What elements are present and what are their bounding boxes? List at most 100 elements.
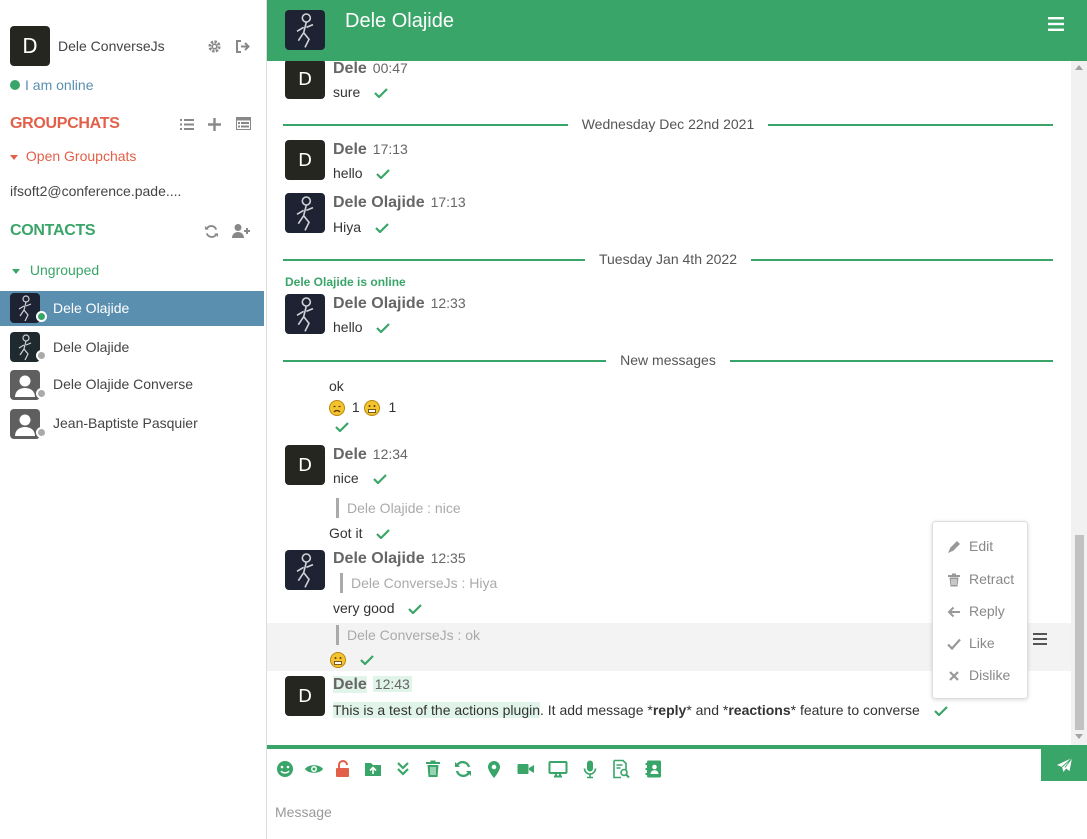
map-marker-icon[interactable] <box>484 759 504 779</box>
retract-action[interactable]: Retract <box>933 566 1029 594</box>
hamburger-menu-icon[interactable] <box>1048 17 1064 31</box>
online-status-icon <box>36 311 47 322</box>
delivered-check-icon <box>335 422 349 432</box>
folder-upload-icon[interactable] <box>363 759 383 779</box>
smiley-icon[interactable] <box>275 759 295 779</box>
groupchat-room-item[interactable]: ifsoft2@conference.pade.... <box>10 183 181 199</box>
caret-down-icon <box>12 268 20 274</box>
unlock-icon[interactable] <box>333 759 353 779</box>
grimacing-face-emoji-icon[interactable] <box>363 400 380 417</box>
caret-down-icon <box>10 154 18 160</box>
groupchat-list-icon[interactable] <box>236 117 251 130</box>
paper-plane-icon <box>1057 757 1073 772</box>
contact-item[interactable]: Dele Olajide Converse <box>0 368 264 404</box>
scrollbar-thumb[interactable] <box>1075 535 1084 730</box>
add-groupchat-plus-icon[interactable] <box>208 118 221 131</box>
scroll-up-arrow-icon[interactable] <box>1075 65 1083 70</box>
dislike-action[interactable]: Dislike <box>933 662 1029 690</box>
pencil-icon <box>948 541 960 553</box>
message-scrollbar[interactable] <box>1071 61 1087 745</box>
grimacing-face-emoji-icon <box>330 652 346 669</box>
reactions-row: 1 1 <box>329 399 396 417</box>
trash-icon <box>948 573 960 587</box>
like-action[interactable]: Like <box>933 630 1029 658</box>
message-time: 17:13 <box>430 194 466 210</box>
edit-action[interactable]: Edit <box>933 533 1029 561</box>
message-avatar <box>285 550 325 590</box>
ungrouped-label: Ungrouped <box>29 262 100 278</box>
video-camera-icon[interactable] <box>516 759 536 779</box>
message-body: very good <box>333 600 423 616</box>
message-avatar <box>285 193 325 233</box>
double-chevron-down-icon[interactable] <box>393 759 413 779</box>
open-groupchats-label: Open Groupchats <box>25 148 137 164</box>
contact-name: Dele Olajide <box>53 339 130 355</box>
sync-contacts-icon[interactable] <box>204 224 219 239</box>
search-document-icon[interactable] <box>611 759 631 779</box>
delivered-check-icon <box>360 655 374 666</box>
message-time: 12:43 <box>372 676 412 692</box>
settings-gear-icon[interactable] <box>207 39 222 54</box>
message-body: hello <box>333 319 391 335</box>
desktop-screen-share-icon[interactable] <box>548 759 568 779</box>
message-body: This is a test of the actions plugin. It… <box>333 702 948 718</box>
list-rooms-icon[interactable] <box>180 118 194 131</box>
message-body: ok <box>329 378 344 394</box>
open-groupchats-toggle[interactable]: Open Groupchats <box>10 148 136 164</box>
message-body: sure <box>333 84 388 100</box>
message-actions-menu-icon[interactable] <box>1033 632 1047 645</box>
contact-name: Dele Olajide <box>53 300 130 316</box>
offline-status-icon <box>36 388 47 399</box>
ungrouped-toggle[interactable]: Ungrouped <box>12 262 99 278</box>
disappointed-face-emoji-icon[interactable] <box>329 400 345 417</box>
logout-icon[interactable] <box>235 39 251 54</box>
message-avatar: D <box>285 676 325 716</box>
delivered-check-icon <box>376 529 391 540</box>
chat-avatar[interactable] <box>285 10 325 50</box>
microphone-icon[interactable] <box>580 759 600 779</box>
message-author: Dele Olajide 12:33 <box>333 295 466 312</box>
contact-item[interactable]: Jean-Baptiste Pasquier <box>0 407 264 443</box>
message-avatar: D <box>285 445 325 485</box>
chat-title: Dele Olajide <box>345 10 454 32</box>
chat-header: Dele Olajide <box>267 0 1087 61</box>
send-button[interactable] <box>1041 749 1087 781</box>
message-input[interactable] <box>267 785 1087 839</box>
address-book-icon[interactable] <box>644 759 664 779</box>
message-body <box>330 651 374 669</box>
contact-item-active[interactable]: Dele Olajide <box>0 291 264 326</box>
delivered-check-icon <box>374 88 388 99</box>
close-x-icon <box>949 671 959 681</box>
message-body: hello <box>333 165 391 181</box>
message-time: 12:34 <box>372 446 408 462</box>
message-avatar <box>285 294 325 334</box>
message-author: Dele Olajide 12:35 <box>333 550 466 567</box>
trash-icon[interactable] <box>423 759 443 779</box>
message-time: 00:47 <box>372 61 408 76</box>
message-avatar: D <box>285 140 325 180</box>
scroll-down-arrow-icon[interactable] <box>1075 734 1083 739</box>
reply-quote: Dele Olajide : nice <box>336 498 461 518</box>
reply-quote: Dele ConverseJs : Hiya <box>340 573 497 593</box>
arrow-left-icon <box>947 606 960 618</box>
new-messages-separator: New messages <box>283 351 1053 371</box>
message-time: 12:35 <box>430 550 466 566</box>
user-avatar[interactable]: D <box>10 26 50 66</box>
add-contact-icon[interactable] <box>232 223 250 239</box>
message-body: nice <box>333 470 387 486</box>
user-name: Dele ConverseJs <box>58 38 165 54</box>
eye-icon[interactable] <box>304 759 324 779</box>
delivered-check-icon <box>933 706 948 717</box>
message-author: Dele 17:13 <box>333 141 408 158</box>
contact-item[interactable]: Dele Olajide <box>0 330 264 366</box>
reply-action[interactable]: Reply <box>933 598 1029 626</box>
refresh-icon[interactable] <box>453 759 473 779</box>
status-label[interactable]: I am online <box>25 77 93 93</box>
message-author: Dele 00:47 <box>333 61 408 77</box>
message-body: Hiya <box>333 219 389 235</box>
offline-status-icon <box>36 350 47 361</box>
message-author: Dele Olajide 17:13 <box>333 194 466 211</box>
date-separator: Wednesday Dec 22nd 2021 <box>283 115 1053 135</box>
reply-quote: Dele ConverseJs : ok <box>336 625 480 645</box>
presence-notice: Dele Olajide is online <box>285 275 406 289</box>
